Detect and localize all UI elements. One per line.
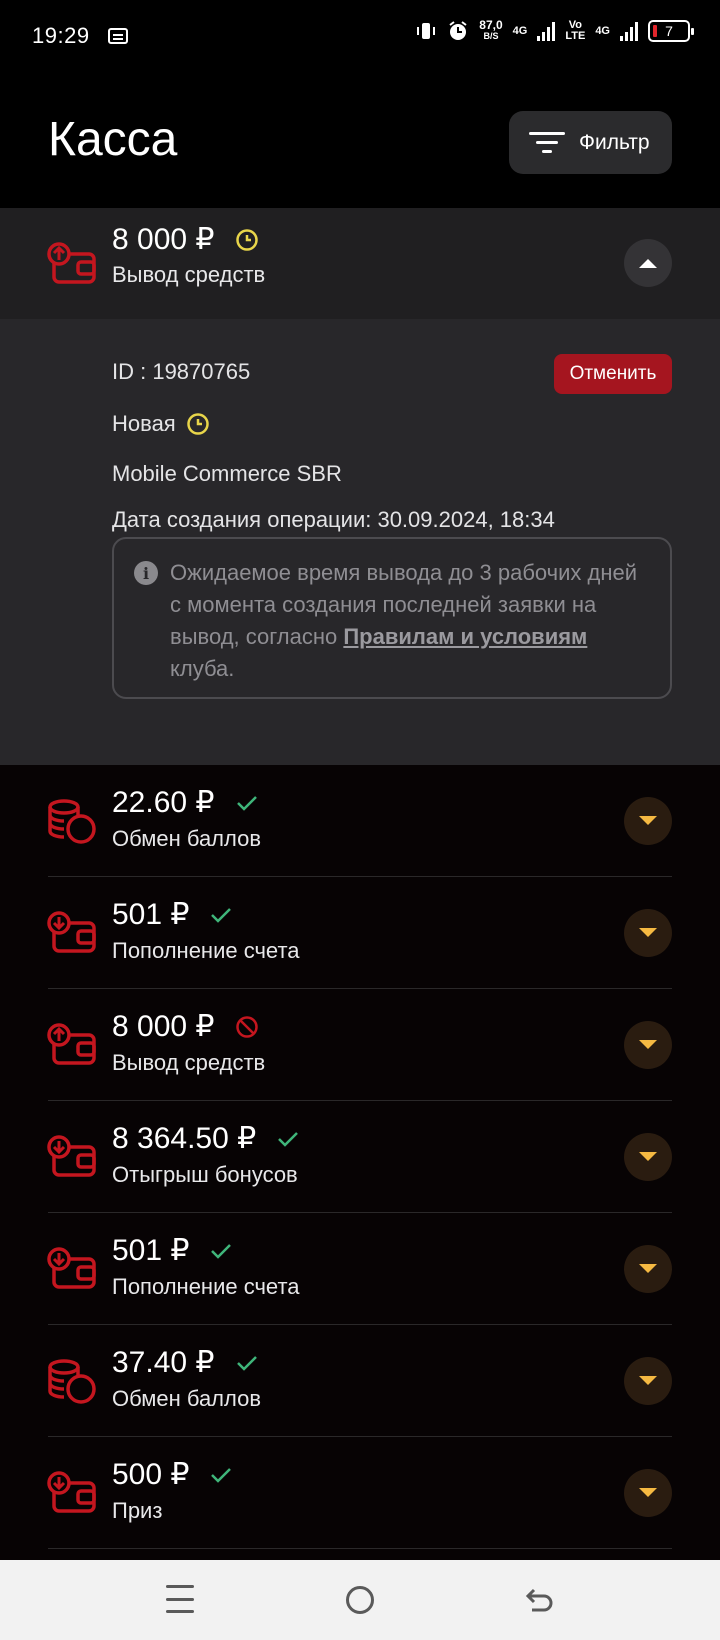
chevron-down-icon: [639, 1040, 657, 1049]
signal-1-icon: [537, 21, 556, 41]
transaction-row[interactable]: 500 ₽ Приз: [0, 1437, 720, 1549]
row-divider: [48, 1548, 672, 1549]
chevron-down-icon: [639, 1488, 657, 1497]
info-icon: i: [134, 561, 158, 585]
signal-2-icon: [620, 21, 638, 41]
transaction-row[interactable]: 8 364.50 ₽ Отыгрыш бонусов: [0, 1101, 720, 1213]
coins-icon: [48, 1359, 96, 1404]
success-check-icon: [236, 1355, 257, 1371]
filter-button[interactable]: Фильтр: [509, 111, 672, 174]
transaction-amount: 501 ₽: [112, 898, 190, 931]
transaction-row[interactable]: 37.40 ₽ Обмен баллов: [0, 1325, 720, 1437]
cancel-button[interactable]: Отменить: [554, 354, 672, 394]
transaction-row[interactable]: 22.60 ₽ Обмен баллов: [0, 765, 720, 877]
status-time: 19:29: [32, 23, 90, 48]
chevron-down-icon: [639, 1264, 657, 1273]
expanded-transaction-header[interactable]: 8 000 ₽ Вывод средств: [0, 208, 720, 319]
back-button[interactable]: [522, 1582, 558, 1618]
wallet-withdraw-icon: [47, 242, 96, 284]
volte-label: Vo LTE: [565, 19, 586, 42]
transaction-type: Пополнение счета: [112, 938, 300, 963]
net-type-1: 4G: [512, 25, 528, 37]
transaction-row[interactable]: 8 000 ₽ Вывод средств: [0, 989, 720, 1101]
transaction-type: Вывод средств: [112, 1050, 266, 1075]
wallet-deposit-icon: [47, 1471, 96, 1513]
wallet-deposit-icon: [47, 911, 96, 953]
net-speed: 87,0 B/S: [479, 18, 503, 41]
success-check-icon: [236, 795, 257, 811]
withdraw-info-note: i Ожидаемое время вывода до 3 рабочих дн…: [112, 537, 672, 699]
chevron-down-icon: [639, 1152, 657, 1161]
chevron-down-icon: [639, 928, 657, 937]
collapse-button[interactable]: [624, 239, 672, 287]
clock-icon: [235, 228, 258, 251]
transaction-status: Новая: [112, 411, 210, 437]
transaction-amount: 501 ₽: [112, 1234, 190, 1267]
wallet-withdraw-icon: [47, 1023, 96, 1065]
vibrate-icon: [417, 23, 436, 39]
expand-button[interactable]: [624, 797, 672, 845]
transaction-type: Приз: [112, 1498, 163, 1523]
transaction-type: Отыгрыш бонусов: [112, 1162, 298, 1187]
alarm-icon: [449, 21, 467, 40]
success-check-icon: [211, 1467, 232, 1483]
transaction-row[interactable]: 501 ₽ Пополнение счета: [0, 877, 720, 989]
page-title: Касса: [48, 113, 178, 166]
system-nav-bar: [0, 1560, 720, 1640]
success-check-icon: [211, 907, 232, 923]
wallet-deposit-icon: [47, 1135, 96, 1177]
expand-button[interactable]: [624, 1133, 672, 1181]
chevron-down-icon: [639, 816, 657, 825]
expand-button[interactable]: [624, 1469, 672, 1517]
transaction-amount: 22.60 ₽: [112, 786, 215, 819]
status-indicators: 87,0 B/S 4G Vo LTE 4G 7: [415, 18, 694, 42]
expanded-amount: 8 000 ₽: [112, 223, 215, 256]
cancelled-icon: [235, 1015, 258, 1038]
transaction-type: Обмен баллов: [112, 1386, 262, 1411]
success-check-icon: [211, 1243, 232, 1259]
expand-button[interactable]: [624, 1021, 672, 1069]
expanded-transaction-details: ID : 19870765 Отменить Новая Mobile Comm…: [0, 319, 720, 765]
transaction-amount: 8 000 ₽: [112, 1010, 215, 1043]
page-header: Касса Фильтр: [0, 72, 720, 208]
success-check-icon: [278, 1131, 299, 1147]
transaction-type: Обмен баллов: [112, 826, 262, 851]
battery-icon: 7: [648, 20, 694, 42]
expanded-type: Вывод средств: [112, 262, 266, 287]
chevron-down-icon: [639, 1376, 657, 1385]
transaction-amount: 37.40 ₽: [112, 1346, 215, 1379]
note-text: Ожидаемое время вывода до 3 рабочих дней…: [170, 560, 638, 681]
wallet-deposit-icon: [47, 1247, 96, 1289]
chevron-up-icon: [639, 259, 657, 268]
expand-button[interactable]: [624, 1245, 672, 1293]
coins-icon: [48, 799, 96, 844]
filter-icon: [529, 131, 565, 153]
home-button[interactable]: [346, 1586, 374, 1614]
clock-icon: [186, 413, 209, 435]
status-bar: 19:29 87,0 B/S 4G Vo LTE 4G 7: [0, 0, 720, 72]
expand-button[interactable]: [624, 1357, 672, 1405]
filter-label: Фильтр: [579, 130, 650, 154]
payment-method: Mobile Commerce SBR: [112, 461, 342, 486]
status-text: Новая: [112, 411, 176, 436]
transaction-type: Пополнение счета: [112, 1274, 300, 1299]
transaction-id: ID : 19870765: [112, 359, 251, 384]
transaction-amount: 500 ₽: [112, 1458, 190, 1491]
message-notification-icon: [107, 28, 128, 44]
transaction-row[interactable]: 501 ₽ Пополнение счета: [0, 1213, 720, 1325]
rules-link[interactable]: Правилам и условиям: [343, 624, 587, 649]
transaction-amount: 8 364.50 ₽: [112, 1122, 257, 1155]
battery-level: 7: [665, 23, 673, 39]
creation-date: Дата создания операции: 30.09.2024, 18:3…: [112, 507, 555, 532]
net-type-2: 4G: [595, 25, 610, 37]
expand-button[interactable]: [624, 909, 672, 957]
recent-apps-button[interactable]: [166, 1585, 194, 1613]
